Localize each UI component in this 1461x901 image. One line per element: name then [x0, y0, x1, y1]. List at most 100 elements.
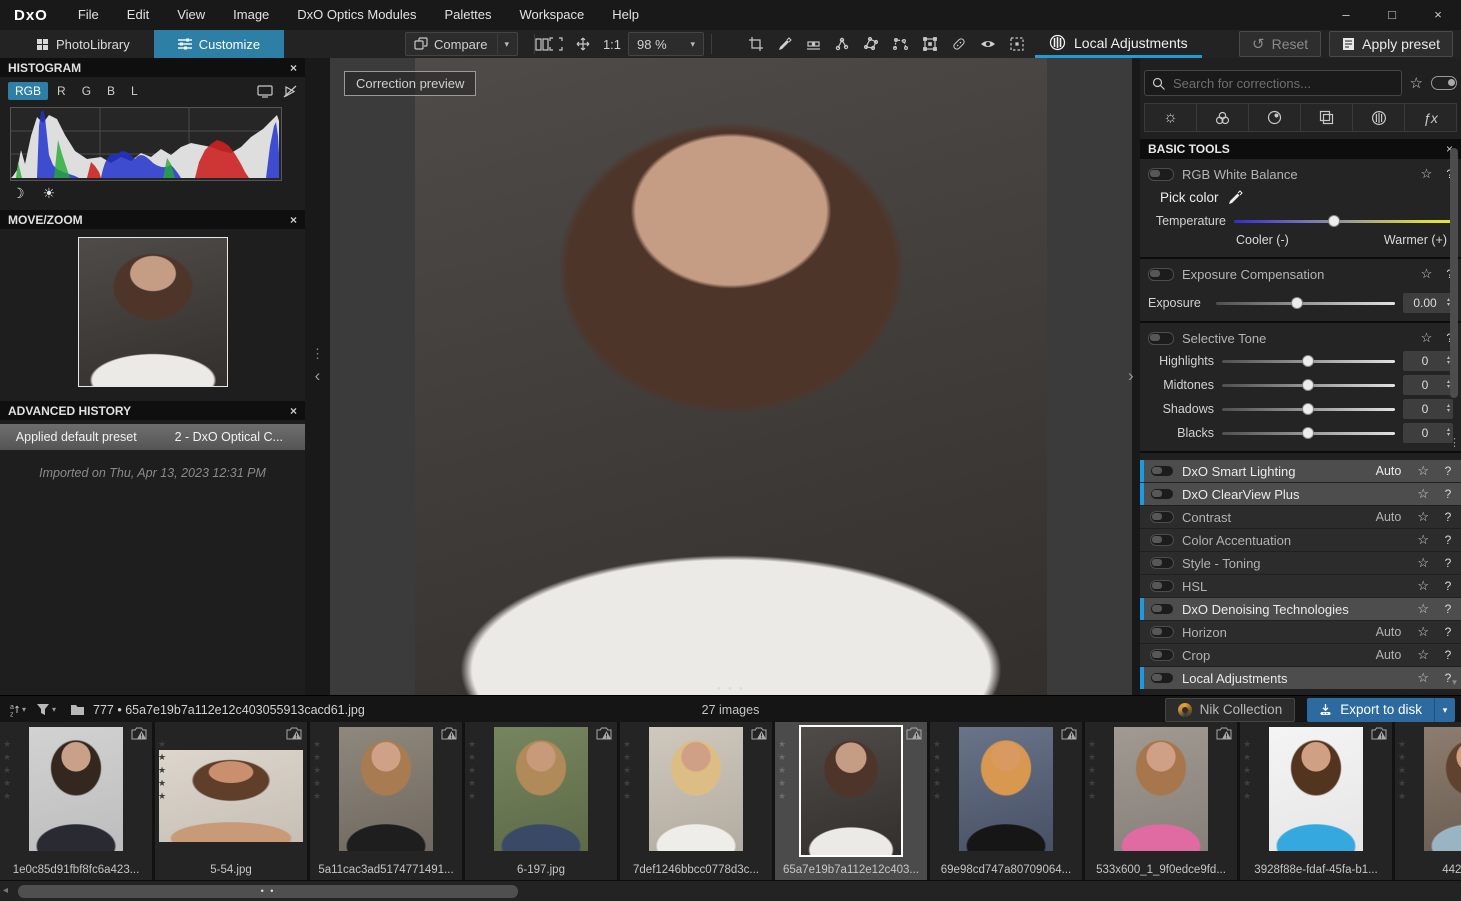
tone-value-spinner[interactable]: 0 ▴▾ [1403, 375, 1453, 395]
star-rating[interactable]: ★★★★★ [623, 738, 631, 803]
rating-star-icon[interactable]: ★ [313, 764, 321, 777]
tone-slider[interactable] [1222, 402, 1395, 416]
section-star-icon[interactable]: ☆ [1417, 486, 1429, 502]
rating-star-icon[interactable]: ★ [1243, 790, 1251, 803]
rating-star-icon[interactable]: ★ [778, 777, 786, 790]
fit-screen-icon[interactable] [542, 31, 569, 57]
section-toggle[interactable] [1150, 511, 1174, 523]
tool-section-style-toning[interactable]: Style - Toning ☆ ? [1140, 552, 1461, 574]
histogram-tab-r[interactable]: R [50, 82, 73, 100]
section-star-icon[interactable]: ☆ [1417, 509, 1429, 525]
section-star-icon[interactable]: ☆ [1417, 670, 1429, 686]
search-input[interactable] [1171, 75, 1394, 92]
control-point-tool-icon[interactable] [829, 31, 856, 57]
horizon-tool-icon[interactable] [800, 31, 827, 57]
thumbnail-photo[interactable] [959, 727, 1053, 851]
thumbnail-photo[interactable] [1424, 727, 1461, 851]
section-toggle[interactable] [1150, 580, 1174, 592]
filmstrip-thumbnail-9[interactable]: ★★★★★ 3928f88e-fdaf-45fa-b1... [1240, 722, 1395, 880]
tool-section-hsl[interactable]: HSL ☆ ? [1140, 575, 1461, 597]
rating-star-icon[interactable]: ★ [1398, 751, 1406, 764]
splitter-grip-icon[interactable]: ⋮ [305, 346, 330, 362]
star-rating[interactable]: ★★★★★ [313, 738, 321, 803]
rating-star-icon[interactable]: ★ [313, 790, 321, 803]
tool-section-crop[interactable]: Crop Auto ☆ ? [1140, 644, 1461, 666]
scrollbar-thumb[interactable] [1450, 148, 1458, 398]
rating-star-icon[interactable]: ★ [3, 790, 11, 803]
expand-right-panel-icon[interactable]: › [1128, 366, 1134, 386]
movezoom-close-icon[interactable]: × [290, 213, 297, 227]
maximize-button[interactable]: □ [1369, 0, 1415, 30]
rating-star-icon[interactable]: ★ [3, 777, 11, 790]
star-rating[interactable]: ★★★★★ [933, 738, 941, 803]
rating-star-icon[interactable]: ★ [158, 764, 166, 777]
rating-star-icon[interactable]: ★ [623, 764, 631, 777]
rating-star-icon[interactable]: ★ [1398, 777, 1406, 790]
filmstrip-thumbnail-2[interactable]: ★★★★★ 5-54.jpg [155, 722, 310, 880]
rating-star-icon[interactable]: ★ [1088, 777, 1096, 790]
rating-star-icon[interactable]: ★ [1088, 790, 1096, 803]
movezoom-thumbnail[interactable] [78, 237, 228, 387]
star-rating[interactable]: ★★★★★ [468, 738, 476, 803]
rating-star-icon[interactable]: ★ [933, 777, 941, 790]
star-rating[interactable]: ★★★★★ [1088, 738, 1096, 803]
rating-star-icon[interactable]: ★ [158, 790, 166, 803]
star-rating[interactable]: ★★★★★ [3, 738, 11, 803]
rating-star-icon[interactable]: ★ [1243, 764, 1251, 777]
grid-overlay-tool-icon[interactable] [916, 31, 943, 57]
tab-customize[interactable]: Customize [154, 30, 284, 58]
right-panel-scrollbar[interactable]: ⋮ ▼ [1449, 110, 1460, 695]
control-line-tool-icon[interactable] [858, 31, 885, 57]
section-star-icon[interactable]: ☆ [1417, 647, 1429, 663]
move-tool-icon[interactable] [569, 31, 596, 57]
rating-star-icon[interactable]: ★ [1243, 738, 1251, 751]
tool-section-contrast[interactable]: Contrast Auto ☆ ? [1140, 506, 1461, 528]
white-balance-toggle[interactable] [1148, 168, 1174, 181]
tone-slider[interactable] [1222, 378, 1395, 392]
left-splitter[interactable]: ⋮ ‹ [305, 58, 330, 695]
local-adjustments-button[interactable]: Local Adjustments [1035, 30, 1202, 58]
rating-star-icon[interactable]: ★ [3, 751, 11, 764]
exposure-slider[interactable] [1216, 296, 1395, 310]
tone-value-spinner[interactable]: 0 ▴▾ [1403, 399, 1453, 419]
white-balance-star-icon[interactable]: ☆ [1421, 166, 1433, 182]
scrollbar-grip-icon[interactable]: ⋮ [1449, 436, 1460, 449]
menu-edit[interactable]: Edit [113, 0, 163, 30]
rating-star-icon[interactable]: ★ [1398, 790, 1406, 803]
tone-value-spinner[interactable]: 0 ▴▾ [1403, 351, 1453, 371]
thumbnail-photo[interactable] [29, 727, 123, 851]
rating-star-icon[interactable]: ★ [158, 751, 166, 764]
rating-star-icon[interactable]: ★ [468, 777, 476, 790]
tool-section-dxo-clearview-plus[interactable]: DxO ClearView Plus ☆ ? [1140, 483, 1461, 505]
rating-star-icon[interactable]: ★ [313, 751, 321, 764]
rating-star-icon[interactable]: ★ [468, 790, 476, 803]
tool-section-dxo-smart-lighting[interactable]: DxO Smart Lighting Auto ☆ ? [1140, 460, 1461, 482]
rating-star-icon[interactable]: ★ [3, 738, 11, 751]
export-dropdown-caret[interactable]: ▾ [1434, 698, 1455, 722]
filmstrip-thumbnail-5[interactable]: ★★★★★ 7def1246bbcc0778d3c... [620, 722, 775, 880]
main-photo[interactable] [415, 58, 1047, 695]
histogram-tab-b[interactable]: B [100, 82, 122, 100]
rating-star-icon[interactable]: ★ [1243, 751, 1251, 764]
sort-button[interactable]: az ▾ [10, 703, 26, 717]
section-star-icon[interactable]: ☆ [1417, 601, 1429, 617]
menu-image[interactable]: Image [219, 0, 283, 30]
thumbnail-photo[interactable] [494, 727, 588, 851]
active-corrections-toggle[interactable] [1431, 76, 1457, 90]
section-toggle[interactable] [1150, 603, 1174, 615]
minimize-button[interactable]: – [1323, 0, 1369, 30]
section-star-icon[interactable]: ☆ [1417, 578, 1429, 594]
thumbnail-photo[interactable] [649, 727, 743, 851]
menu-help[interactable]: Help [598, 0, 653, 30]
menu-dxo-optics-modules[interactable]: DxO Optics Modules [283, 0, 430, 30]
filmstrip-thumbnail-6[interactable]: ★★★★★ 65a7e19b7a112e12c403... [775, 722, 930, 880]
section-toggle[interactable] [1150, 557, 1174, 569]
thumbnail-photo[interactable] [1114, 727, 1208, 851]
reset-button[interactable]: ↺ Reset [1239, 31, 1321, 57]
tab-light-icon[interactable]: ☼ [1145, 104, 1197, 131]
tool-section-color-accentuation[interactable]: Color Accentuation ☆ ? [1140, 529, 1461, 551]
right-splitter[interactable]: › [1132, 58, 1140, 695]
viewer-splitter-grip[interactable]: • • • [330, 683, 1132, 695]
filmstrip-thumbnail-3[interactable]: ★★★★★ 5a11cac3ad5174771491... [310, 722, 465, 880]
temperature-slider[interactable] [1234, 214, 1453, 228]
